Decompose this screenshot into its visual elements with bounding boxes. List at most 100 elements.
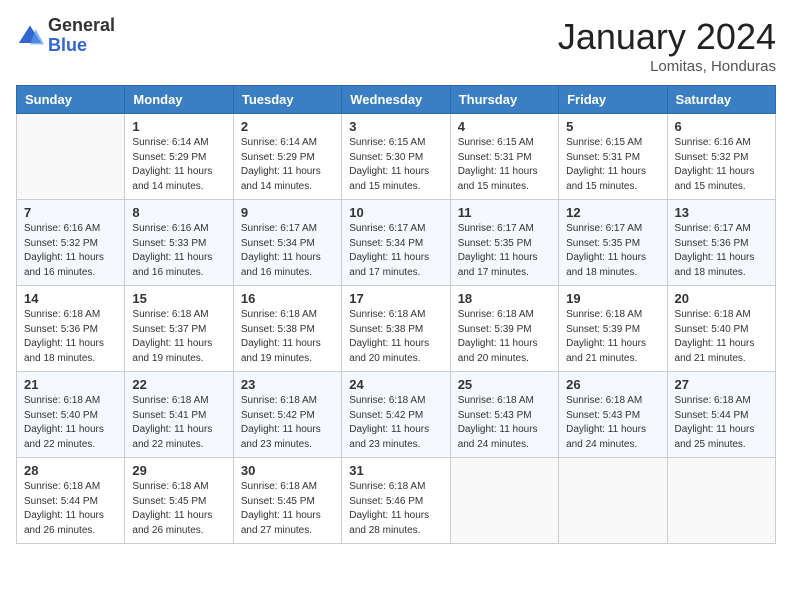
- day-info: Sunrise: 6:18 AMSunset: 5:38 PMDaylight:…: [241, 308, 334, 366]
- logo-icon: [16, 22, 44, 50]
- day-info: Sunrise: 6:18 AMSunset: 5:41 PMDaylight:…: [132, 394, 225, 452]
- calendar-cell: 8 Sunrise: 6:16 AMSunset: 5:33 PMDaylight…: [125, 200, 233, 286]
- day-info: Sunrise: 6:18 AMSunset: 5:43 PMDaylight:…: [458, 394, 551, 452]
- day-number: 4: [458, 119, 551, 134]
- day-info: Sunrise: 6:18 AMSunset: 5:40 PMDaylight:…: [24, 394, 117, 452]
- calendar-cell: 11Sunrise: 6:17 AMSunset: 5:35 PMDayligh…: [450, 200, 558, 286]
- day-info: Sunrise: 6:18 AMSunset: 5:45 PMDaylight:…: [241, 480, 334, 538]
- calendar-cell: 22 Sunrise: 6:18 AMSunset: 5:41 PMDayligh…: [125, 372, 233, 458]
- day-number: 7: [24, 205, 117, 220]
- day-number: 23: [241, 377, 334, 392]
- calendar-cell: 2 Sunrise: 6:14 AMSunset: 5:29 PMDaylight…: [233, 114, 341, 200]
- day-info: Sunrise: 6:18 AMSunset: 5:46 PMDaylight:…: [349, 480, 442, 538]
- day-info: Sunrise: 6:15 AMSunset: 5:30 PMDaylight:…: [349, 136, 442, 194]
- calendar-cell: [667, 458, 775, 544]
- day-number: 31: [349, 463, 442, 478]
- calendar-cell: 23Sunrise: 6:18 AMSunset: 5:42 PMDayligh…: [233, 372, 341, 458]
- day-info: Sunrise: 6:18 AMSunset: 5:39 PMDaylight:…: [458, 308, 551, 366]
- calendar-cell: 6 Sunrise: 6:16 AMSunset: 5:32 PMDaylight…: [667, 114, 775, 200]
- col-header-thursday: Thursday: [450, 86, 558, 114]
- day-number: 27: [675, 377, 768, 392]
- logo-text: General Blue: [48, 16, 115, 56]
- day-info: Sunrise: 6:18 AMSunset: 5:40 PMDaylight:…: [675, 308, 768, 366]
- calendar-cell: 31 Sunrise: 6:18 AMSunset: 5:46 PMDayligh…: [342, 458, 450, 544]
- calendar-cell: 5 Sunrise: 6:15 AMSunset: 5:31 PMDaylight…: [559, 114, 667, 200]
- calendar-cell: 14Sunrise: 6:18 AMSunset: 5:36 PMDayligh…: [17, 286, 125, 372]
- day-info: Sunrise: 6:18 AMSunset: 5:38 PMDaylight:…: [349, 308, 442, 366]
- week-row-2: 7 Sunrise: 6:16 AMSunset: 5:32 PMDaylight…: [17, 200, 776, 286]
- week-row-1: 1 Sunrise: 6:14 AMSunset: 5:29 PMDaylight…: [17, 114, 776, 200]
- col-header-saturday: Saturday: [667, 86, 775, 114]
- calendar-cell: 30 Sunrise: 6:18 AMSunset: 5:45 PMDayligh…: [233, 458, 341, 544]
- day-number: 24: [349, 377, 442, 392]
- col-header-tuesday: Tuesday: [233, 86, 341, 114]
- day-number: 20: [675, 291, 768, 306]
- day-number: 11: [458, 205, 551, 220]
- calendar-cell: 26Sunrise: 6:18 AMSunset: 5:43 PMDayligh…: [559, 372, 667, 458]
- day-number: 5: [566, 119, 659, 134]
- day-number: 28: [24, 463, 117, 478]
- calendar-cell: 15 Sunrise: 6:18 AMSunset: 5:37 PMDayligh…: [125, 286, 233, 372]
- calendar-cell: 10 Sunrise: 6:17 AMSunset: 5:34 PMDayligh…: [342, 200, 450, 286]
- day-number: 19: [566, 291, 659, 306]
- day-number: 21: [24, 377, 117, 392]
- col-header-monday: Monday: [125, 86, 233, 114]
- day-info: Sunrise: 6:18 AMSunset: 5:37 PMDaylight:…: [132, 308, 225, 366]
- day-info: Sunrise: 6:15 AMSunset: 5:31 PMDaylight:…: [566, 136, 659, 194]
- col-header-sunday: Sunday: [17, 86, 125, 114]
- calendar-cell: 13 Sunrise: 6:17 AMSunset: 5:36 PMDayligh…: [667, 200, 775, 286]
- calendar-header-row: SundayMondayTuesdayWednesdayThursdayFrid…: [17, 86, 776, 114]
- calendar-cell: 9 Sunrise: 6:17 AMSunset: 5:34 PMDaylight…: [233, 200, 341, 286]
- day-number: 16: [241, 291, 334, 306]
- location: Lomitas, Honduras: [558, 58, 776, 75]
- day-number: 29: [132, 463, 225, 478]
- page-header: General Blue January 2024 Lomitas, Hondu…: [16, 16, 776, 75]
- calendar-table: SundayMondayTuesdayWednesdayThursdayFrid…: [16, 85, 776, 544]
- day-info: Sunrise: 6:18 AMSunset: 5:45 PMDaylight:…: [132, 480, 225, 538]
- calendar-cell: 25 Sunrise: 6:18 AMSunset: 5:43 PMDayligh…: [450, 372, 558, 458]
- logo-general: General: [48, 15, 115, 35]
- day-number: 8: [132, 205, 225, 220]
- day-info: Sunrise: 6:18 AMSunset: 5:44 PMDaylight:…: [24, 480, 117, 538]
- calendar-cell: 4Sunrise: 6:15 AMSunset: 5:31 PMDaylight…: [450, 114, 558, 200]
- day-info: Sunrise: 6:14 AMSunset: 5:29 PMDaylight:…: [241, 136, 334, 194]
- calendar-cell: 28 Sunrise: 6:18 AMSunset: 5:44 PMDayligh…: [17, 458, 125, 544]
- day-number: 25: [458, 377, 551, 392]
- day-number: 2: [241, 119, 334, 134]
- day-number: 6: [675, 119, 768, 134]
- day-number: 18: [458, 291, 551, 306]
- day-info: Sunrise: 6:18 AMSunset: 5:42 PMDaylight:…: [349, 394, 442, 452]
- day-info: Sunrise: 6:18 AMSunset: 5:39 PMDaylight:…: [566, 308, 659, 366]
- week-row-4: 21 Sunrise: 6:18 AMSunset: 5:40 PMDayligh…: [17, 372, 776, 458]
- title-block: January 2024 Lomitas, Honduras: [558, 16, 776, 75]
- week-row-3: 14Sunrise: 6:18 AMSunset: 5:36 PMDayligh…: [17, 286, 776, 372]
- calendar-cell: [450, 458, 558, 544]
- day-number: 1: [132, 119, 225, 134]
- day-number: 22: [132, 377, 225, 392]
- day-info: Sunrise: 6:16 AMSunset: 5:32 PMDaylight:…: [675, 136, 768, 194]
- month-title: January 2024: [558, 16, 776, 58]
- calendar-cell: 21 Sunrise: 6:18 AMSunset: 5:40 PMDayligh…: [17, 372, 125, 458]
- day-number: 10: [349, 205, 442, 220]
- col-header-wednesday: Wednesday: [342, 86, 450, 114]
- day-info: Sunrise: 6:17 AMSunset: 5:34 PMDaylight:…: [349, 222, 442, 280]
- day-number: 12: [566, 205, 659, 220]
- day-info: Sunrise: 6:17 AMSunset: 5:36 PMDaylight:…: [675, 222, 768, 280]
- day-info: Sunrise: 6:18 AMSunset: 5:44 PMDaylight:…: [675, 394, 768, 452]
- day-number: 9: [241, 205, 334, 220]
- day-number: 17: [349, 291, 442, 306]
- day-number: 30: [241, 463, 334, 478]
- day-number: 14: [24, 291, 117, 306]
- logo: General Blue: [16, 16, 115, 56]
- day-number: 26: [566, 377, 659, 392]
- day-info: Sunrise: 6:16 AMSunset: 5:32 PMDaylight:…: [24, 222, 117, 280]
- calendar-cell: 17 Sunrise: 6:18 AMSunset: 5:38 PMDayligh…: [342, 286, 450, 372]
- day-info: Sunrise: 6:17 AMSunset: 5:34 PMDaylight:…: [241, 222, 334, 280]
- logo-blue: Blue: [48, 35, 87, 55]
- day-number: 13: [675, 205, 768, 220]
- day-number: 15: [132, 291, 225, 306]
- day-info: Sunrise: 6:17 AMSunset: 5:35 PMDaylight:…: [566, 222, 659, 280]
- day-info: Sunrise: 6:16 AMSunset: 5:33 PMDaylight:…: [132, 222, 225, 280]
- calendar-cell: 1Sunrise: 6:14 AMSunset: 5:29 PMDaylight…: [125, 114, 233, 200]
- calendar-cell: 20 Sunrise: 6:18 AMSunset: 5:40 PMDayligh…: [667, 286, 775, 372]
